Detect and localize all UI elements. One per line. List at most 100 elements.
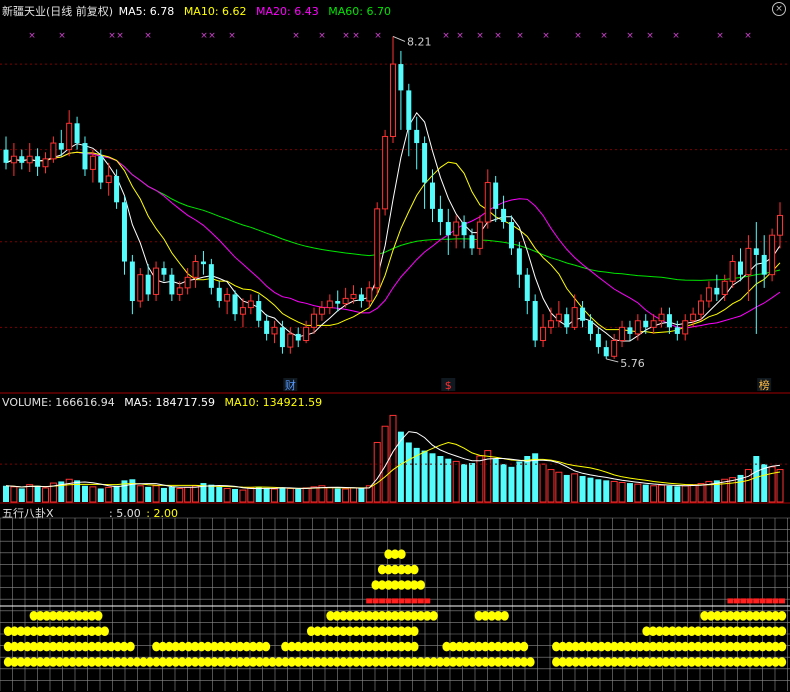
candle — [3, 136, 9, 170]
candle — [414, 116, 420, 170]
top-marker: × — [28, 31, 36, 41]
candle — [176, 281, 183, 302]
volume-bar — [105, 486, 113, 503]
volume-bar — [136, 485, 144, 503]
candle-body — [429, 182, 435, 209]
candle-body — [19, 156, 25, 163]
candle — [745, 235, 752, 302]
volume-bar — [461, 464, 468, 502]
volume-bar — [452, 460, 460, 503]
volume-bar — [255, 486, 262, 502]
candle-body — [287, 333, 294, 348]
volume-bar — [271, 488, 279, 503]
volume-bar — [666, 485, 673, 502]
top-marker: × — [374, 31, 382, 41]
top-marker: × — [716, 31, 724, 41]
candle-body — [619, 326, 626, 342]
candle — [729, 254, 736, 288]
candle-body — [58, 143, 64, 150]
candle — [161, 261, 167, 282]
candle-body — [769, 234, 776, 276]
candle-body — [82, 143, 88, 170]
candle-body — [10, 155, 17, 164]
candle — [769, 228, 776, 282]
volume-bar — [89, 486, 97, 503]
volume-bar — [286, 487, 294, 503]
candle — [303, 320, 310, 344]
volume-bar — [232, 489, 239, 502]
candle-body — [208, 264, 214, 288]
candle-body — [406, 90, 412, 130]
volume-bar — [41, 487, 49, 503]
candle-body — [184, 276, 191, 289]
volume-bar — [524, 456, 531, 502]
candle-body — [674, 327, 680, 334]
indicator-red-dash — [733, 598, 740, 604]
candle — [19, 149, 25, 170]
candle-body — [721, 280, 728, 295]
volume-bar — [421, 450, 428, 502]
volume-bar — [508, 466, 515, 502]
candle — [66, 110, 73, 157]
indicator-red-dash — [759, 598, 766, 604]
volume-bar — [208, 484, 215, 502]
candle-body — [374, 208, 381, 289]
volume-bar — [555, 471, 563, 503]
candle-body — [422, 143, 428, 183]
top-marker: × — [476, 31, 484, 41]
volume-bar — [279, 487, 286, 502]
top-marker: × — [516, 31, 524, 41]
indicator-red-dash — [772, 598, 779, 604]
indicator-red-dash — [404, 598, 411, 604]
candle-body — [493, 182, 499, 209]
volume-bar — [674, 486, 681, 502]
volume-bar — [302, 487, 310, 503]
candle-body — [224, 293, 231, 302]
volume-bar — [18, 488, 25, 502]
candle-body — [705, 287, 712, 302]
candle-body — [398, 64, 404, 91]
volume-bar — [587, 477, 594, 502]
volume-bar — [642, 484, 649, 502]
high-pointer — [392, 35, 406, 42]
volume-bar — [761, 464, 768, 502]
candle-body — [761, 254, 767, 275]
indicator-red-dash — [727, 598, 734, 604]
candle — [318, 301, 325, 321]
volume-bar — [429, 453, 436, 502]
volume-bar — [74, 480, 81, 502]
candle — [682, 314, 689, 341]
indicator-dot — [410, 626, 419, 636]
candle-body — [153, 267, 160, 295]
candle-body — [98, 156, 104, 183]
candle-body — [634, 320, 641, 335]
volume-bar — [65, 478, 73, 503]
volume-bars — [3, 414, 784, 503]
volume-bar — [81, 485, 88, 502]
volume-bar — [405, 442, 412, 502]
volume-bar — [776, 469, 784, 503]
candle — [232, 290, 238, 321]
candle-body — [279, 327, 285, 348]
volume-bar — [247, 487, 255, 503]
candle — [555, 301, 562, 328]
candle-body — [264, 320, 270, 334]
candle-body — [121, 202, 127, 262]
candle — [58, 129, 64, 157]
candle-body — [627, 327, 633, 334]
candle — [437, 195, 443, 236]
candle-body — [469, 235, 475, 249]
volume-bar — [216, 486, 223, 502]
candle — [208, 258, 214, 295]
candle-body — [729, 261, 736, 282]
top-marker: × — [318, 31, 326, 41]
volume-bar — [239, 489, 247, 503]
volume-bar — [176, 487, 184, 503]
volume-bar — [697, 483, 705, 503]
candle — [627, 320, 633, 341]
indicator-red-dash — [366, 598, 373, 604]
indicator-red-dash — [766, 598, 773, 604]
volume-bar — [263, 487, 270, 502]
volume-bar — [492, 458, 499, 502]
candle — [121, 195, 127, 275]
